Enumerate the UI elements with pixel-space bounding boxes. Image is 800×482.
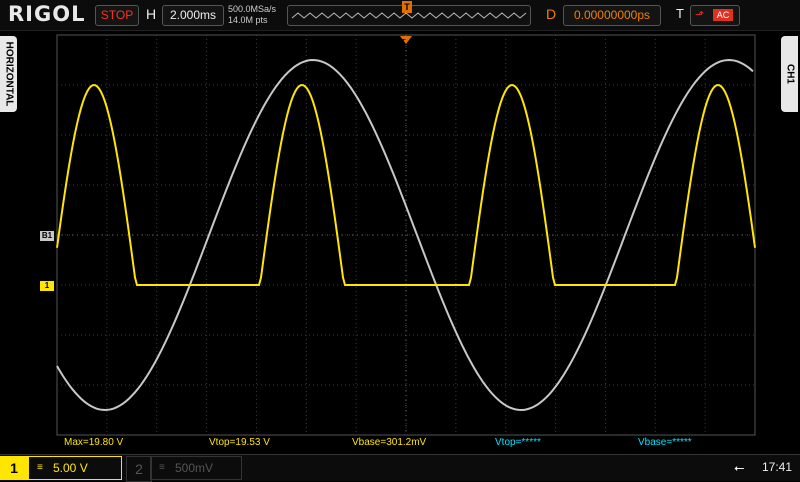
measurement-vbase-ch2: Vbase=***** (638, 437, 692, 448)
measurement-vtop: Vtop=19.53 V (209, 437, 270, 448)
ch1-scale-value: 5.00 V (53, 461, 88, 475)
ch2-button[interactable]: 2 (126, 456, 152, 482)
b1-level-marker[interactable]: B1 (40, 231, 54, 241)
ch1-coupling-icon: ≡ (37, 462, 43, 473)
clock-time: 17:41 (762, 460, 793, 474)
ch1-button[interactable]: 1 (0, 456, 28, 480)
trigger-top-label: T (401, 38, 406, 47)
waveform-display: T (56, 34, 756, 436)
ch2-coupling-icon: ≡ (159, 462, 165, 473)
measurement-max: Max=19.80 V (64, 437, 124, 448)
measurement-vbase: Vbase=301.2mV (352, 437, 427, 448)
usb-icon: ⭠ (734, 460, 745, 475)
bottom-channel-bar: 1 ≡ 5.00 V 2 ≡ 500mV ⭠ 17:41 (0, 454, 800, 482)
ch2-scale-value: 500mV (175, 461, 214, 475)
ch1-scale-box[interactable]: ≡ 5.00 V (28, 456, 122, 480)
ch2-scale-box[interactable]: ≡ 500mV (150, 456, 242, 480)
ch1-level-marker[interactable]: 1 (40, 281, 54, 291)
measurement-vtop-ch2: Vtop=***** (495, 437, 541, 448)
